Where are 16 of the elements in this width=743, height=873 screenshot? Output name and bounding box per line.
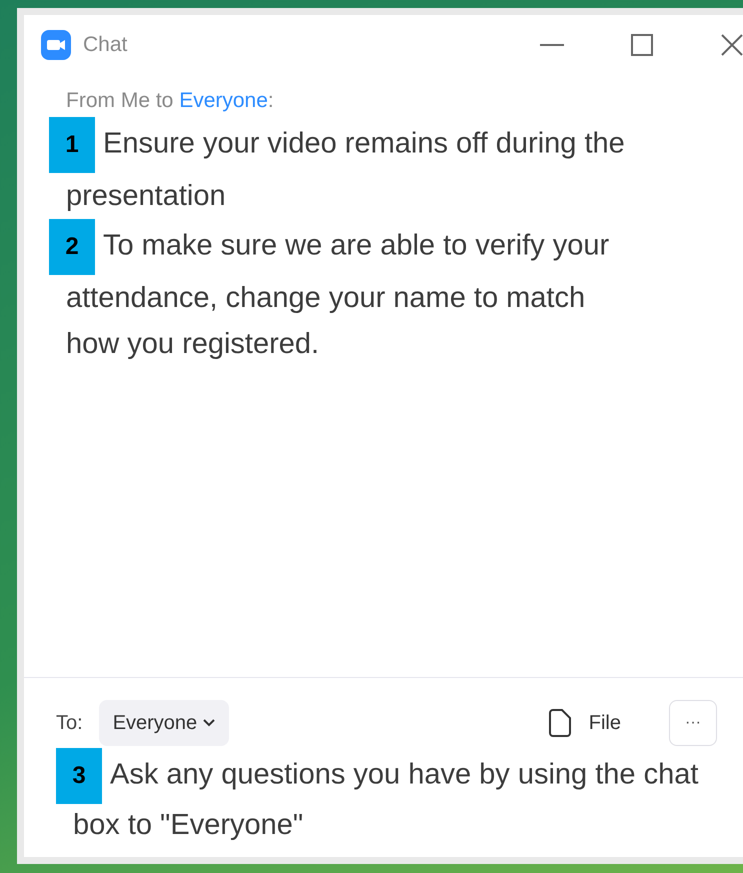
file-button[interactable]: File	[542, 708, 627, 738]
number-badge: 2	[49, 219, 95, 275]
to-label: To:	[56, 712, 83, 734]
maximize-icon	[631, 34, 653, 56]
chevron-down-icon	[203, 719, 216, 727]
window-title: Chat	[83, 33, 128, 57]
close-icon	[720, 33, 743, 57]
minimize-icon	[540, 44, 564, 46]
more-button[interactable]: ···	[669, 700, 717, 746]
file-icon	[548, 709, 571, 737]
number-badge: 1	[49, 117, 95, 173]
video-camera-icon	[41, 30, 71, 60]
recipient-dropdown[interactable]: Everyone	[98, 700, 230, 746]
message-sender: From Me to Everyone:	[66, 89, 275, 113]
message-input[interactable]: 3 Ask any questions you have by using the chat box to "Everyone"	[56, 748, 743, 846]
number-badge: 3	[56, 748, 102, 804]
